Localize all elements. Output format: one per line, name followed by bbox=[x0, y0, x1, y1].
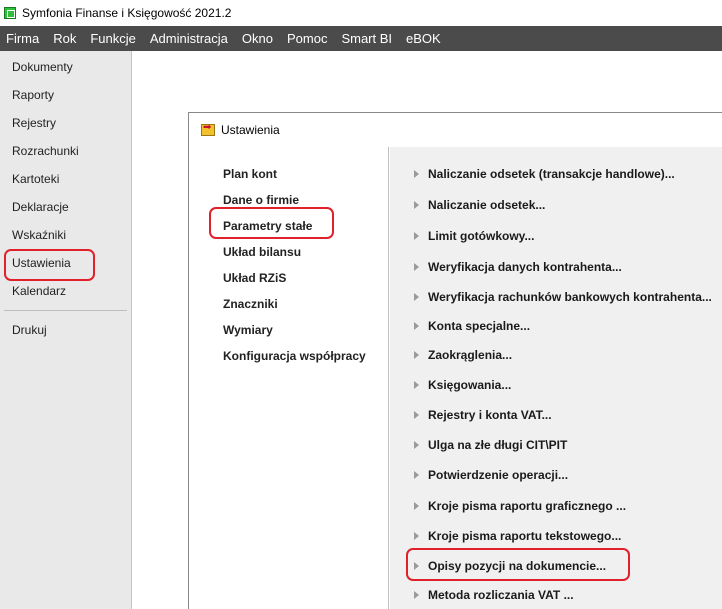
option-metoda-rozliczania-vat[interactable]: Metoda rozliczania VAT ... bbox=[414, 588, 574, 602]
chevron-right-icon bbox=[414, 502, 419, 510]
settings-item-plan-kont[interactable]: Plan kont bbox=[223, 167, 277, 181]
chevron-right-icon bbox=[414, 351, 419, 359]
sidebar-item-kalendarz[interactable]: Kalendarz bbox=[0, 277, 131, 305]
option-label: Konta specjalne... bbox=[428, 319, 531, 333]
chevron-right-icon bbox=[414, 381, 419, 389]
settings-item-uklad-rzis[interactable]: Układ RZiS bbox=[223, 271, 286, 285]
option-label: Naliczanie odsetek... bbox=[428, 198, 546, 212]
chevron-right-icon bbox=[414, 293, 419, 301]
settings-options: Naliczanie odsetek (transakcje handlowe)… bbox=[390, 147, 722, 609]
chevron-right-icon bbox=[414, 232, 419, 240]
app-icon bbox=[4, 7, 16, 19]
chevron-right-icon bbox=[414, 471, 419, 479]
option-label: Kroje pisma raportu graficznego ... bbox=[428, 499, 627, 513]
menu-bar: Firma Rok Funkcje Administracja Okno Pom… bbox=[0, 26, 722, 51]
settings-window-titlebar: Ustawienia bbox=[189, 113, 722, 147]
option-weryfikacja-danych-kontrahenta[interactable]: Weryfikacja danych kontrahenta... bbox=[414, 260, 622, 274]
sidebar-item-deklaracje[interactable]: Deklaracje bbox=[0, 193, 131, 221]
sidebar-item-rejestry[interactable]: Rejestry bbox=[0, 109, 131, 137]
menu-firma[interactable]: Firma bbox=[0, 31, 46, 46]
option-kroje-pisma-graficznego[interactable]: Kroje pisma raportu graficznego ... bbox=[414, 499, 626, 513]
title-bar: Symfonia Finanse i Księgowość 2021.2 bbox=[0, 0, 722, 26]
sidebar-item-dokumenty[interactable]: Dokumenty bbox=[0, 53, 131, 81]
option-ulga-na-zle-dlugi[interactable]: Ulga na złe długi CIT\PIT bbox=[414, 438, 567, 452]
chevron-right-icon bbox=[414, 591, 419, 599]
sidebar-item-rozrachunki[interactable]: Rozrachunki bbox=[0, 137, 131, 165]
highlight-parametry-stale bbox=[209, 207, 334, 239]
option-label: Weryfikacja danych kontrahenta... bbox=[428, 260, 622, 274]
chevron-right-icon bbox=[414, 441, 419, 449]
option-label: Metoda rozliczania VAT ... bbox=[428, 588, 574, 602]
option-label: Potwierdzenie operacji... bbox=[428, 468, 569, 482]
option-label: Rejestry i konta VAT... bbox=[428, 408, 552, 422]
chevron-right-icon bbox=[414, 411, 419, 419]
option-label: Weryfikacja rachunków bankowych kontrahe… bbox=[428, 290, 712, 304]
option-naliczanie-odsetek[interactable]: Naliczanie odsetek... bbox=[414, 198, 545, 212]
highlight-sidebar-ustawienia bbox=[4, 249, 95, 281]
option-label: Ulga na złe długi CIT\PIT bbox=[428, 438, 568, 452]
option-label: Naliczanie odsetek (transakcje handlowe)… bbox=[428, 167, 675, 181]
menu-smart-bi[interactable]: Smart BI bbox=[334, 31, 399, 46]
settings-item-dane-o-firmie[interactable]: Dane o firmie bbox=[223, 193, 299, 207]
settings-item-uklad-bilansu[interactable]: Układ bilansu bbox=[223, 245, 301, 259]
chevron-right-icon bbox=[414, 170, 419, 178]
option-label: Księgowania... bbox=[428, 378, 512, 392]
menu-administracja[interactable]: Administracja bbox=[143, 31, 235, 46]
menu-pomoc[interactable]: Pomoc bbox=[280, 31, 334, 46]
option-limit-gotowkowy[interactable]: Limit gotówkowy... bbox=[414, 229, 534, 243]
settings-window-title: Ustawienia bbox=[221, 123, 280, 137]
sidebar-item-drukuj[interactable]: Drukuj bbox=[0, 316, 131, 344]
menu-ebok[interactable]: eBOK bbox=[399, 31, 448, 46]
settings-window: Ustawienia Plan kont Dane o firmie Param… bbox=[188, 112, 722, 609]
menu-funkcje[interactable]: Funkcje bbox=[83, 31, 143, 46]
option-naliczanie-odsetek-transakcje[interactable]: Naliczanie odsetek (transakcje handlowe)… bbox=[414, 167, 675, 181]
chevron-right-icon bbox=[414, 263, 419, 271]
chevron-right-icon bbox=[414, 201, 419, 209]
chevron-right-icon bbox=[414, 322, 419, 330]
settings-item-konfiguracja-wspolpracy[interactable]: Konfiguracja współpracy bbox=[223, 349, 366, 363]
sidebar-item-kartoteki[interactable]: Kartoteki bbox=[0, 165, 131, 193]
option-zaokraglenia[interactable]: Zaokrąglenia... bbox=[414, 348, 512, 362]
option-weryfikacja-rachunkow-bankowych[interactable]: Weryfikacja rachunków bankowych kontrahe… bbox=[414, 290, 712, 304]
chevron-right-icon bbox=[414, 532, 419, 540]
settings-item-znaczniki[interactable]: Znaczniki bbox=[223, 297, 278, 311]
settings-item-wymiary[interactable]: Wymiary bbox=[223, 323, 273, 337]
highlight-opisy-pozycji bbox=[406, 548, 630, 581]
sidebar-item-raporty[interactable]: Raporty bbox=[0, 81, 131, 109]
option-label: Kroje pisma raportu tekstowego... bbox=[428, 529, 622, 543]
menu-rok[interactable]: Rok bbox=[46, 31, 83, 46]
option-potwierdzenie-operacji[interactable]: Potwierdzenie operacji... bbox=[414, 468, 568, 482]
option-label: Zaokrąglenia... bbox=[428, 348, 513, 362]
option-ksiegowania[interactable]: Księgowania... bbox=[414, 378, 511, 392]
sidebar-item-wskazniki[interactable]: Wskaźniki bbox=[0, 221, 131, 249]
sidebar-divider bbox=[4, 310, 127, 311]
option-kroje-pisma-tekstowego[interactable]: Kroje pisma raportu tekstowego... bbox=[414, 529, 621, 543]
option-konta-specjalne[interactable]: Konta specjalne... bbox=[414, 319, 530, 333]
option-rejestry-i-konta-vat[interactable]: Rejestry i konta VAT... bbox=[414, 408, 552, 422]
sidebar: Dokumenty Raporty Rejestry Rozrachunki K… bbox=[0, 51, 132, 609]
option-label: Limit gotówkowy... bbox=[428, 229, 535, 243]
menu-okno[interactable]: Okno bbox=[235, 31, 280, 46]
settings-window-icon bbox=[201, 122, 215, 136]
app-title: Symfonia Finanse i Księgowość 2021.2 bbox=[22, 6, 232, 20]
